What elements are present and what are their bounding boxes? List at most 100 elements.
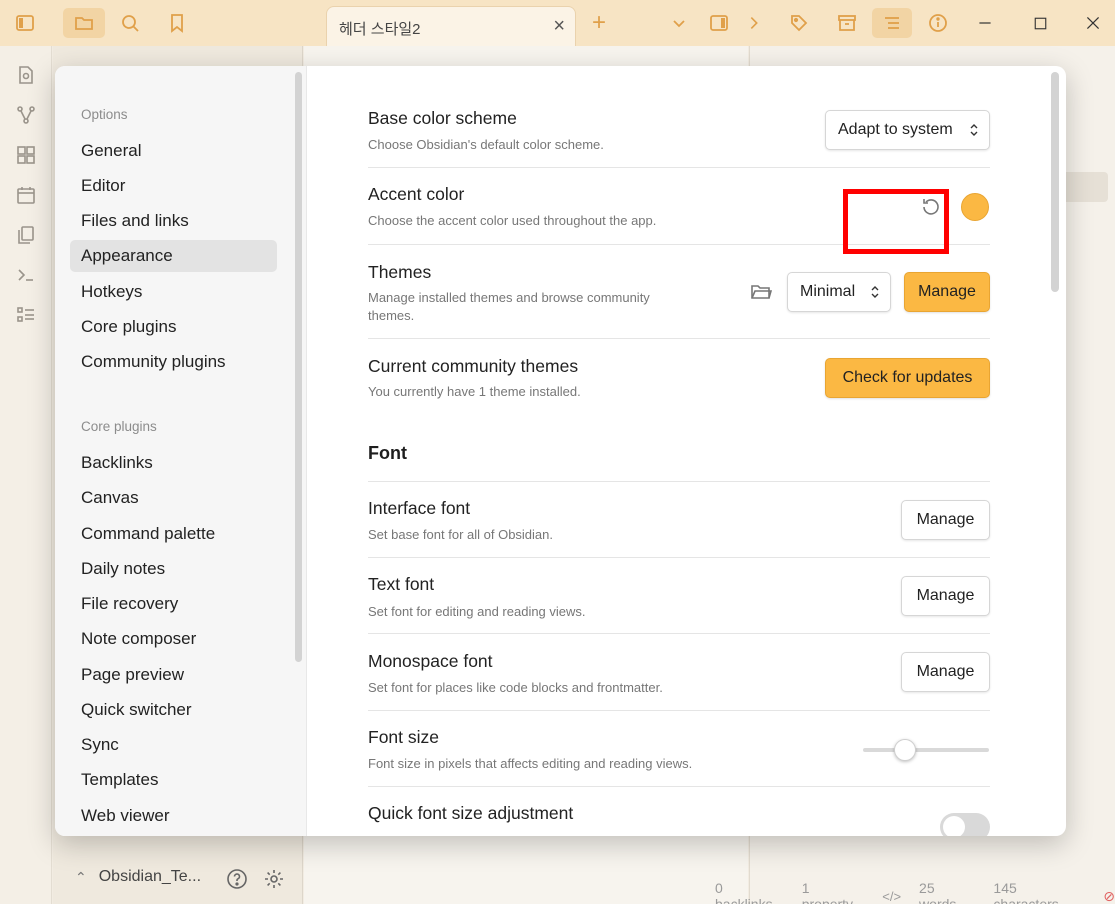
nav-item-page-preview[interactable]: Page preview xyxy=(70,659,277,691)
setting-name: Quick font size adjustment xyxy=(368,803,574,823)
vault-name: Obsidian_Te... xyxy=(98,868,202,885)
folder-open-icon[interactable] xyxy=(749,279,773,303)
dropdown-value: Adapt to system xyxy=(838,121,953,138)
tab-active-note[interactable]: 헤더 스타일2 × xyxy=(326,6,576,46)
status-bar: 0 backlinks 1 property </> 25 words 145 … xyxy=(715,880,1115,904)
nav-item-community-plugins[interactable]: Community plugins xyxy=(70,346,277,378)
content-scrollbar[interactable] xyxy=(1051,72,1059,292)
nav-item-command-palette[interactable]: Command palette xyxy=(70,518,277,550)
settings-modal: Options General Editor Files and links A… xyxy=(55,66,1066,836)
setting-font-size: Font size Font size in pixels that affec… xyxy=(368,710,990,786)
vault-chevron-icon: ⌃ xyxy=(75,868,87,885)
link-arrow-icon[interactable] xyxy=(745,8,763,38)
setting-name: Themes xyxy=(368,262,432,282)
nav-item-web-viewer[interactable]: Web viewer xyxy=(70,800,277,832)
graph-view-icon[interactable] xyxy=(13,102,39,128)
setting-description: You currently have 1 theme installed. xyxy=(368,384,581,399)
options-group-title: Options xyxy=(81,107,128,122)
bookmark-icon[interactable] xyxy=(162,8,192,38)
tab-close-icon[interactable]: × xyxy=(553,15,565,37)
open-quick-switcher-icon[interactable] xyxy=(13,62,39,88)
nav-item-editor[interactable]: Editor xyxy=(70,170,277,202)
nav-item-files-and-links[interactable]: Files and links xyxy=(70,205,277,237)
gear-icon[interactable] xyxy=(261,866,287,892)
terminal-icon[interactable] xyxy=(13,262,39,288)
sidebar-toggle-icon[interactable] xyxy=(10,8,40,38)
setting-name: Accent color xyxy=(368,184,465,204)
highlight-box xyxy=(843,189,949,254)
sync-error-icon[interactable]: ⊘ xyxy=(1103,888,1115,904)
setting-monospace-font: Monospace font Set font for places like … xyxy=(368,633,990,710)
code-icon[interactable]: </> xyxy=(882,889,901,904)
nav-item-core-plugins[interactable]: Core plugins xyxy=(70,311,277,343)
accent-color-swatch[interactable] xyxy=(961,193,989,221)
setting-name: Interface font xyxy=(368,498,471,518)
nav-item-canvas[interactable]: Canvas xyxy=(70,482,277,514)
manage-monospace-font-button[interactable]: Manage xyxy=(901,652,990,692)
setting-description: Font size in pixels that affects editing… xyxy=(368,756,693,771)
sidebar-scrollbar[interactable] xyxy=(295,72,302,662)
color-scheme-dropdown[interactable]: Adapt to system xyxy=(825,110,990,150)
right-sidebar-toggle-icon[interactable] xyxy=(704,8,734,38)
nav-item-general[interactable]: General xyxy=(70,135,277,167)
manage-themes-button[interactable]: Manage xyxy=(904,272,990,312)
list-icon[interactable] xyxy=(13,302,39,328)
archive-icon[interactable] xyxy=(832,8,862,38)
nav-item-quick-switcher[interactable]: Quick switcher xyxy=(70,694,277,726)
canvas-icon[interactable] xyxy=(13,142,39,168)
manage-interface-font-button[interactable]: Manage xyxy=(901,500,990,540)
setting-name: Base color scheme xyxy=(368,108,517,128)
setting-name: Font size xyxy=(368,727,439,747)
nav-item-file-recovery[interactable]: File recovery xyxy=(70,588,277,620)
dropdown-value: Minimal xyxy=(800,283,856,300)
nav-item-templates[interactable]: Templates xyxy=(70,764,277,796)
nav-item-appearance[interactable]: Appearance xyxy=(70,240,277,272)
tab-title: 헤더 스타일2 xyxy=(339,21,421,38)
nav-item-backlinks[interactable]: Backlinks xyxy=(70,447,277,479)
info-icon[interactable] xyxy=(923,8,953,38)
nav-item-hotkeys[interactable]: Hotkeys xyxy=(70,276,277,308)
title-bar: 헤더 스타일2 × + xyxy=(0,0,1115,46)
search-icon[interactable] xyxy=(115,8,145,38)
setting-description: Choose the accent color used throughout … xyxy=(368,213,657,228)
help-icon[interactable] xyxy=(224,866,250,892)
setting-quick-font-size-adjustment: Quick font size adjustment xyxy=(368,786,990,836)
theme-dropdown[interactable]: Minimal xyxy=(787,272,891,312)
toggle-knob xyxy=(943,816,965,836)
font-size-slider-thumb[interactable] xyxy=(893,739,916,761)
setting-name: Monospace font xyxy=(368,651,493,671)
font-section-heading: Font xyxy=(368,443,407,463)
setting-current-community-themes: Current community themes You currently h… xyxy=(368,338,990,414)
setting-base-color-scheme: Base color scheme Choose Obsidian's defa… xyxy=(368,96,990,168)
templates-icon[interactable] xyxy=(13,222,39,248)
nav-item-daily-notes[interactable]: Daily notes xyxy=(70,553,277,585)
ribbon xyxy=(0,46,52,904)
minimize-icon[interactable] xyxy=(970,8,1000,38)
setting-text-font: Text font Set font for editing and readi… xyxy=(368,557,990,634)
setting-description: Choose Obsidian's default color scheme. xyxy=(368,137,604,152)
check-for-updates-button[interactable]: Check for updates xyxy=(825,358,990,398)
appearance-settings: Base color scheme Choose Obsidian's defa… xyxy=(308,66,1066,836)
nav-item-note-composer[interactable]: Note composer xyxy=(70,623,277,655)
close-window-icon[interactable] xyxy=(1078,8,1108,38)
property-count[interactable]: 1 property xyxy=(802,880,865,904)
manage-text-font-button[interactable]: Manage xyxy=(901,576,990,616)
core-plugins-group-title: Core plugins xyxy=(81,419,157,434)
nav-item-sync[interactable]: Sync xyxy=(70,729,277,761)
word-count: 25 words xyxy=(919,880,957,904)
new-tab-icon[interactable]: + xyxy=(584,8,614,38)
vault-switcher[interactable]: ⌃ Obsidian_Te... xyxy=(75,868,201,886)
maximize-icon[interactable] xyxy=(1025,8,1055,38)
quick-font-size-toggle[interactable] xyxy=(940,813,990,836)
calendar-icon[interactable] xyxy=(13,182,39,208)
chevron-up-down-icon xyxy=(871,286,879,298)
tags-icon[interactable] xyxy=(784,8,814,38)
outline-icon[interactable] xyxy=(872,8,912,38)
settings-sidebar: Options General Editor Files and links A… xyxy=(55,66,307,836)
chevron-up-down-icon xyxy=(970,124,978,136)
setting-themes: Themes Manage installed themes and brows… xyxy=(368,244,990,339)
font-size-slider-track[interactable] xyxy=(863,748,989,752)
backlinks-count[interactable]: 0 backlinks xyxy=(715,880,784,904)
folder-icon[interactable] xyxy=(63,8,105,38)
chevron-down-icon[interactable] xyxy=(664,8,694,38)
